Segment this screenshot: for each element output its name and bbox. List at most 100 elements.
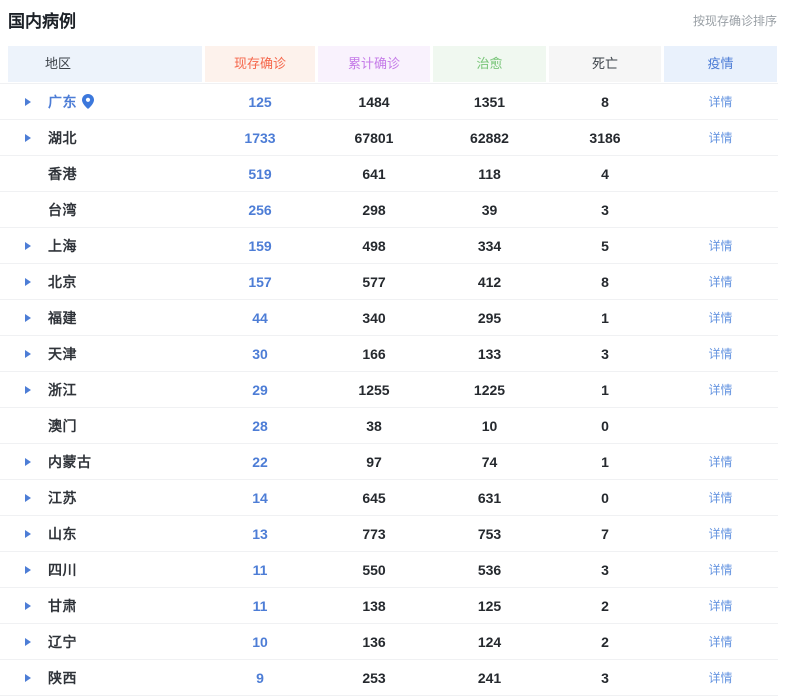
expand-arrow-icon[interactable] [25, 314, 31, 322]
cumulative-confirmed-value: 577 [318, 274, 430, 290]
column-header-current: 现存确诊 [205, 46, 315, 82]
detail-link[interactable]: 详情 [708, 275, 732, 289]
column-header-dead: 死亡 [549, 46, 661, 82]
table-row[interactable]: 四川115505363详情 [0, 552, 778, 588]
detail-link[interactable]: 详情 [708, 131, 732, 145]
cumulative-confirmed-value: 38 [318, 418, 430, 434]
region-cell: 台湾 [8, 200, 202, 220]
detail-link[interactable]: 详情 [708, 527, 732, 541]
cured-value: 241 [433, 670, 546, 686]
table-row[interactable]: 江苏146456310详情 [0, 480, 778, 516]
cumulative-confirmed-value: 1255 [318, 382, 430, 398]
cured-value: 295 [433, 310, 546, 326]
expand-icon-slot [8, 278, 48, 286]
expand-arrow-icon[interactable] [25, 530, 31, 538]
cumulative-confirmed-value: 1484 [318, 94, 430, 110]
expand-arrow-icon[interactable] [25, 602, 31, 610]
current-confirmed-value: 11 [205, 562, 315, 578]
expand-icon-slot [8, 242, 48, 250]
table-row[interactable]: 辽宁101361242详情 [0, 624, 778, 660]
detail-cell: 详情 [664, 561, 777, 579]
cured-value: 118 [433, 166, 546, 182]
expand-icon-slot [8, 386, 48, 394]
table-row[interactable]: 天津301661333详情 [0, 336, 778, 372]
expand-arrow-icon[interactable] [25, 674, 31, 682]
table-row[interactable]: 北京1575774128详情 [0, 264, 778, 300]
detail-cell: 详情 [664, 345, 777, 363]
current-confirmed-value: 157 [205, 274, 315, 290]
detail-link[interactable]: 详情 [708, 599, 732, 613]
region-cell: 广东 [8, 92, 202, 112]
location-pin-icon [82, 94, 94, 109]
detail-link[interactable]: 详情 [708, 635, 732, 649]
column-header-detail: 疫情 [664, 46, 777, 82]
column-header-cumulative: 累计确诊 [318, 46, 430, 82]
table-row[interactable]: 甘肃111381252详情 [0, 588, 778, 624]
expand-arrow-icon[interactable] [25, 278, 31, 286]
region-cell: 辽宁 [8, 632, 202, 652]
expand-arrow-icon[interactable] [25, 638, 31, 646]
region-name: 北京 [48, 272, 77, 292]
table-row[interactable]: 内蒙古2297741详情 [0, 444, 778, 480]
detail-cell: 详情 [664, 93, 777, 111]
expand-icon-slot [8, 314, 48, 322]
page-title: 国内病例 [8, 12, 76, 32]
table-row[interactable]: 广东125148413518详情 [0, 84, 778, 120]
detail-link[interactable]: 详情 [708, 95, 732, 109]
table-row[interactable]: 福建443402951详情 [0, 300, 778, 336]
table-row[interactable]: 上海1594983345详情 [0, 228, 778, 264]
detail-cell: 详情 [664, 489, 777, 507]
expand-arrow-icon[interactable] [25, 494, 31, 502]
region-cell: 甘肃 [8, 596, 202, 616]
region-name: 香港 [48, 164, 77, 184]
expand-arrow-icon[interactable] [25, 350, 31, 358]
expand-icon-slot [8, 350, 48, 358]
region-name: 甘肃 [48, 596, 77, 616]
region-name: 天津 [48, 344, 77, 364]
expand-icon-slot [8, 134, 48, 142]
detail-link[interactable]: 详情 [708, 311, 732, 325]
detail-link[interactable]: 详情 [708, 491, 732, 505]
table-row[interactable]: 陕西92532413详情 [0, 660, 778, 696]
deaths-value: 4 [549, 166, 661, 182]
region-cell: 江苏 [8, 488, 202, 508]
table-row: 台湾256298393 [0, 192, 778, 228]
region-name: 澳门 [48, 416, 77, 436]
deaths-value: 8 [549, 94, 661, 110]
region-name: 浙江 [48, 380, 77, 400]
table-row[interactable]: 山东137737537详情 [0, 516, 778, 552]
expand-arrow-icon[interactable] [25, 458, 31, 466]
deaths-value: 3 [549, 562, 661, 578]
region-cell: 陕西 [8, 668, 202, 688]
detail-link[interactable]: 详情 [708, 563, 732, 577]
table-row[interactable]: 湖北173367801628823186详情 [0, 120, 778, 156]
region-cell: 澳门 [8, 416, 202, 436]
cumulative-confirmed-value: 298 [318, 202, 430, 218]
expand-arrow-icon[interactable] [25, 386, 31, 394]
domestic-cases-panel: 国内病例 按现存确诊排序 地区现存确诊累计确诊治愈死亡疫情 广东12514841… [0, 0, 795, 696]
expand-arrow-icon[interactable] [25, 242, 31, 250]
cured-value: 133 [433, 346, 546, 362]
detail-link[interactable]: 详情 [708, 383, 732, 397]
cured-value: 631 [433, 490, 546, 506]
cured-value: 1225 [433, 382, 546, 398]
expand-arrow-icon[interactable] [25, 98, 31, 106]
cumulative-confirmed-value: 645 [318, 490, 430, 506]
table-header: 地区现存确诊累计确诊治愈死亡疫情 [8, 46, 795, 82]
deaths-value: 3 [549, 202, 661, 218]
deaths-value: 7 [549, 526, 661, 542]
detail-link[interactable]: 详情 [708, 347, 732, 361]
detail-cell: 详情 [664, 309, 777, 327]
detail-link[interactable]: 详情 [708, 455, 732, 469]
deaths-value: 5 [549, 238, 661, 254]
region-name: 陕西 [48, 668, 77, 688]
expand-arrow-icon[interactable] [25, 566, 31, 574]
current-confirmed-value: 29 [205, 382, 315, 398]
detail-cell: 详情 [664, 237, 777, 255]
detail-link[interactable]: 详情 [708, 239, 732, 253]
expand-arrow-icon[interactable] [25, 134, 31, 142]
table-row[interactable]: 浙江29125512251详情 [0, 372, 778, 408]
current-confirmed-value: 256 [205, 202, 315, 218]
current-confirmed-value: 159 [205, 238, 315, 254]
detail-link[interactable]: 详情 [708, 671, 732, 685]
